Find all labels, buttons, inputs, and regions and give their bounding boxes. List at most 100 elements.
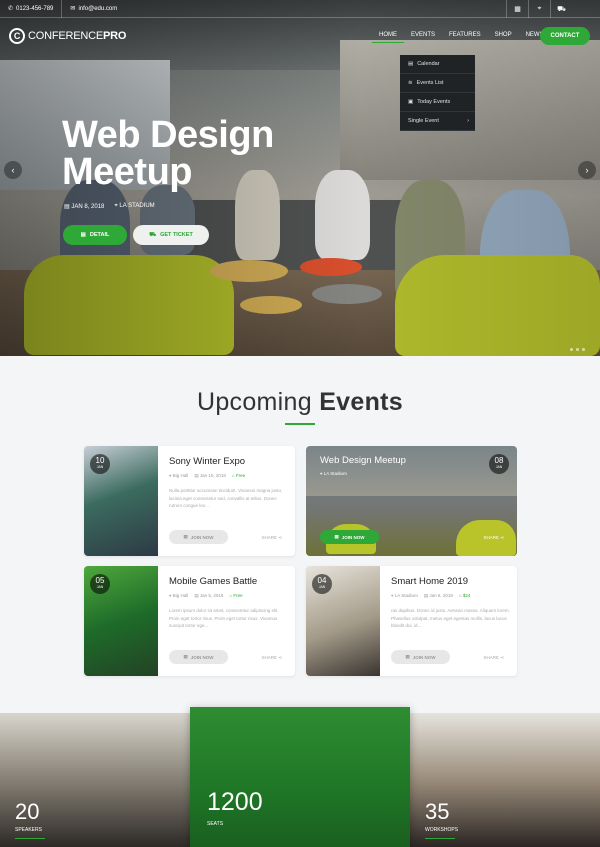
chevron-right-icon: › <box>467 118 469 124</box>
hero-title-line1: Web Design <box>62 114 274 156</box>
event-date-text: Jan 6, 2018 <box>429 593 453 598</box>
share-label: SHARE <box>261 655 277 660</box>
hero-title: Web Design Meetup <box>62 114 274 193</box>
dropdown-label: Single Event <box>408 118 439 124</box>
topbar-email[interactable]: ✉ info@edu.com <box>61 0 125 18</box>
nav-home[interactable]: HOME <box>372 28 404 43</box>
share-button[interactable]: SHARE ⋖ <box>261 655 282 661</box>
nav-features[interactable]: FEATURES <box>442 28 488 43</box>
event-venue-text: LA Stadium <box>394 593 418 598</box>
join-now-button[interactable]: ▤ JOIN NOW <box>169 650 228 664</box>
join-now-label: JOIN NOW <box>341 534 365 540</box>
event-title[interactable]: Mobile Games Battle <box>169 576 289 587</box>
dropdown-item-today-events[interactable]: ▣ Today Events <box>400 93 475 112</box>
contact-button[interactable]: CONTACT <box>540 27 590 45</box>
stat-seats: 1200 SEATS <box>190 707 410 847</box>
chevron-right-icon: › <box>585 165 589 175</box>
stat-accent-bar <box>15 837 45 839</box>
share-icon: ⋖ <box>500 535 504 540</box>
event-title[interactable]: Smart Home 2019 <box>391 576 511 587</box>
detail-button-label: DETAIL <box>89 232 110 238</box>
stat-label: SEATS <box>207 821 224 827</box>
dropdown-item-single-event[interactable]: Single Event › <box>400 112 475 131</box>
detail-button[interactable]: ▤ DETAIL <box>63 225 127 245</box>
event-body: Smart Home 2019 ⌖ LA Stadium ▤ Jan 6, 20… <box>391 576 511 637</box>
event-price-text: Free <box>235 473 246 478</box>
hero-location-text: LA STADIUM <box>119 203 155 209</box>
calendar-icon: ▤ <box>405 654 410 659</box>
stat-label: SPEAKERS <box>15 827 42 833</box>
event-meta: ⌖ Big Hall ▤ Jan 5, 2018 ⌂ Free <box>169 593 289 599</box>
section-title: Upcoming Events <box>0 388 600 417</box>
join-now-button[interactable]: ▤ JOIN NOW <box>169 530 228 544</box>
hero-slider: ✆ 0123-456-789 ✉ info@edu.com ▦ ⌖ ⛟ C CO… <box>0 0 600 356</box>
share-button[interactable]: SHARE ⋖ <box>483 535 504 541</box>
share-button[interactable]: SHARE ⋖ <box>261 535 282 541</box>
logo-mark-icon: C <box>9 28 25 44</box>
stat-speakers: 20 SPEAKERS <box>0 713 190 847</box>
event-title[interactable]: Sony Winter Expo <box>169 456 289 467</box>
site-logo[interactable]: C CONFERENCE PRO <box>9 28 126 44</box>
dropdown-item-events-list[interactable]: ≋ Events List <box>400 74 475 93</box>
calendar-icon: ▤ <box>183 654 188 659</box>
dropdown-item-calendar[interactable]: ▤ Calendar <box>400 55 475 74</box>
topbar: ✆ 0123-456-789 ✉ info@edu.com ▦ ⌖ ⛟ <box>0 0 600 18</box>
topbar-phone[interactable]: ✆ 0123-456-789 <box>0 0 61 18</box>
hero-title-line2: Meetup <box>62 151 192 193</box>
stat-value: 1200 <box>207 788 263 816</box>
hero-location: ⌖ LA STADIUM <box>114 203 154 210</box>
cart-icon[interactable]: ⛟ <box>550 0 572 18</box>
topbar-actions: ▦ ⌖ ⛟ <box>506 0 572 18</box>
calendar-icon: ▤ <box>408 61 414 67</box>
slider-dot[interactable] <box>576 348 579 351</box>
event-description: Lorem ipsum dolor sit amet, consectetur … <box>169 608 279 628</box>
event-date-text: Jan 10, 2018 <box>199 473 226 478</box>
event-date-badge: 10 JAN <box>90 454 110 474</box>
stat-workshops: 35 WORKSHOPS <box>410 713 600 847</box>
hero-date: ▤ JAN 8, 2018 <box>64 203 104 210</box>
event-date-text: Jan 5, 2018 <box>199 593 224 598</box>
clipboard-icon: ▣ <box>408 99 414 105</box>
event-date-badge: 05 JAN <box>90 574 110 594</box>
section-title-light: Upcoming <box>197 388 312 416</box>
event-card[interactable]: 04 JAN Smart Home 2019 ⌖ LA Stadium ▤ Jan… <box>306 566 517 676</box>
event-price-text: Free <box>233 593 243 598</box>
join-now-button[interactable]: ▤ JOIN NOW <box>320 530 379 544</box>
cart-icon: ⛟ <box>149 231 157 238</box>
slider-dot[interactable] <box>582 348 585 351</box>
get-ticket-button[interactable]: ⛟ GET TICKET <box>133 225 209 245</box>
location-pin-icon[interactable]: ⌖ <box>528 0 550 18</box>
stat-label: WORKSHOPS <box>425 827 459 833</box>
grid-icon[interactable]: ▦ <box>506 0 528 18</box>
event-day: 10 <box>95 456 105 465</box>
logo-text-light: CONFERENCE <box>28 30 104 42</box>
share-icon: ⋖ <box>278 655 282 660</box>
event-date: ▤ Jan 5, 2018 <box>194 593 223 599</box>
stat-value: 35 <box>425 799 450 824</box>
topbar-email-text: info@edu.com <box>78 5 118 12</box>
event-card-featured[interactable]: Web Design Meetup ⌖ LA Stadium 08 JAN ▤ JO… <box>306 446 517 556</box>
join-now-button[interactable]: ▤ JOIN NOW <box>391 650 450 664</box>
event-day: 04 <box>317 576 327 585</box>
event-price: ⌂ $24 <box>459 593 470 599</box>
event-title[interactable]: Web Design Meetup <box>320 455 406 466</box>
join-now-label: JOIN NOW <box>412 654 436 660</box>
share-button[interactable]: SHARE ⋖ <box>483 655 504 661</box>
nav-shop[interactable]: SHOP <box>488 28 519 43</box>
event-month: JAN <box>96 585 104 589</box>
event-venue: ⌖ Big Hall <box>169 593 188 599</box>
phone-icon: ✆ <box>8 6 14 12</box>
event-month: JAN <box>495 465 503 469</box>
event-venue-text: LA Stadium <box>323 471 347 476</box>
nav-events[interactable]: EVENTS <box>404 28 442 43</box>
slider-next-button[interactable]: › <box>578 161 596 179</box>
calendar-icon: ▤ <box>80 232 86 238</box>
slider-dot[interactable] <box>570 348 573 351</box>
event-card[interactable]: 10 JAN Sony Winter Expo ⌖ Big Hall ▤ Jan … <box>84 446 295 556</box>
event-venue-text: Big Hall <box>172 473 189 478</box>
event-card[interactable]: 05 JAN Mobile Games Battle ⌖ Big Hall ▤ J… <box>84 566 295 676</box>
slider-prev-button[interactable]: ‹ <box>4 161 22 179</box>
event-price: ⌂ Free <box>229 593 242 599</box>
chevron-left-icon: ‹ <box>11 165 15 175</box>
dropdown-label: Calendar <box>417 61 440 67</box>
